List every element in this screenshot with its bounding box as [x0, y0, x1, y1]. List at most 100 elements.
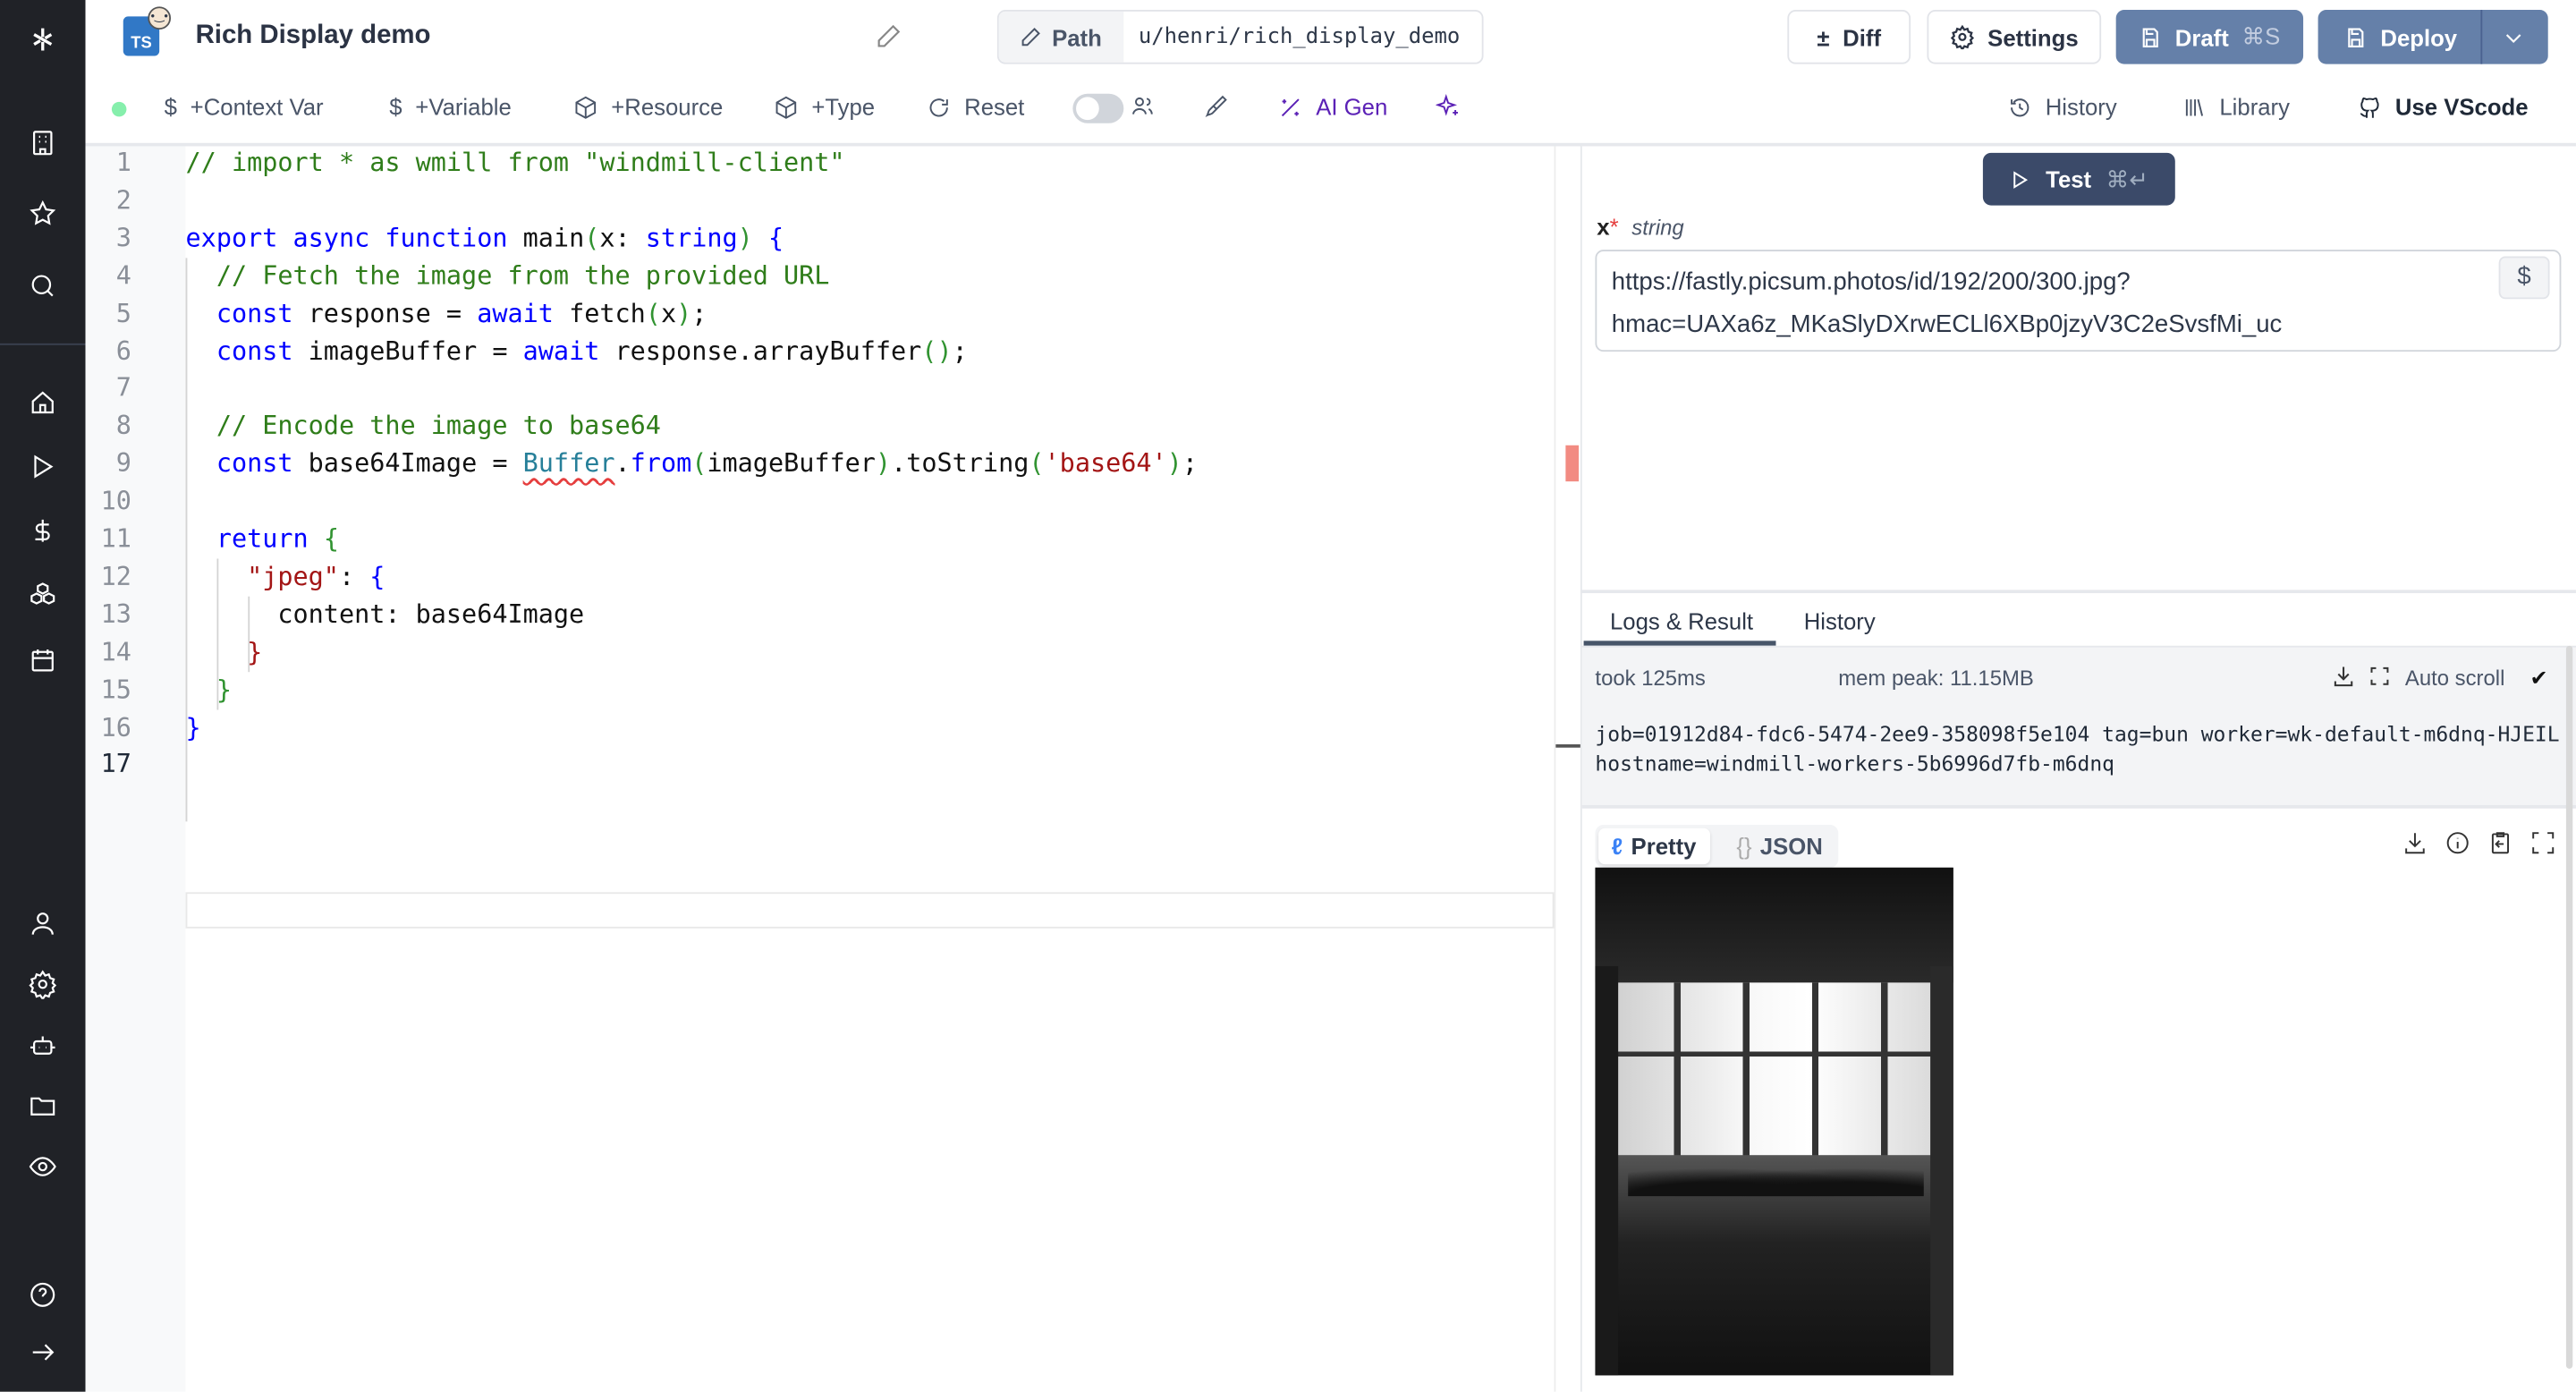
- ai-sparkle-button[interactable]: [1436, 94, 1461, 119]
- edit-title-pencil-icon[interactable]: [876, 23, 902, 55]
- deploy-button[interactable]: Deploy: [2318, 10, 2548, 64]
- code-token: // Encode the image to base64: [185, 411, 661, 441]
- library-button[interactable]: Library: [2182, 94, 2290, 120]
- results-scrollbar[interactable]: [2565, 645, 2573, 1369]
- auto-scroll-label[interactable]: Auto scroll: [2405, 666, 2504, 691]
- test-button[interactable]: Test ⌘↵: [1982, 152, 2175, 206]
- path-value[interactable]: u/henri/rich_display_demo: [1123, 12, 1460, 63]
- eye-icon[interactable]: [23, 1147, 63, 1186]
- code-line[interactable]: const imageBuffer = await response.array…: [186, 336, 968, 366]
- check-icon[interactable]: ✔: [2530, 666, 2548, 692]
- code-token: (: [1029, 448, 1045, 479]
- code-line[interactable]: const base64Image = Buffer.from(imageBuf…: [186, 449, 1198, 479]
- code-line[interactable]: const response = await fetch(x);: [186, 299, 708, 328]
- code-line[interactable]: }: [186, 637, 262, 666]
- bot-icon[interactable]: [23, 1025, 63, 1065]
- result-view-toggle: ℓ Pretty {} JSON: [1595, 825, 1839, 868]
- variable-label: +Variable: [415, 93, 512, 121]
- line-number: 13: [100, 599, 131, 630]
- multiplayer-toggle[interactable]: [1072, 93, 1124, 123]
- code-line[interactable]: // Fetch the image from the provided URL: [186, 260, 830, 290]
- settings-label: Settings: [1987, 23, 2079, 51]
- history-button[interactable]: History: [2007, 94, 2117, 120]
- code-token: Buffer: [522, 448, 615, 479]
- tab-history[interactable]: History: [1804, 608, 1876, 634]
- diff-label: Diff: [1843, 23, 1882, 51]
- code-line[interactable]: content: base64Image: [186, 599, 584, 629]
- diff-button[interactable]: ± Diff: [1787, 10, 1911, 64]
- play-icon[interactable]: [23, 447, 63, 487]
- folder-icon[interactable]: [23, 1086, 63, 1125]
- cursor-line-marker: [1555, 744, 1580, 748]
- editor-scrollbar[interactable]: [1554, 146, 1580, 1392]
- code-line[interactable]: }: [186, 712, 201, 742]
- chevron-down-icon[interactable]: [2502, 26, 2525, 49]
- ai-gen-button[interactable]: AI Gen: [1278, 94, 1387, 120]
- expand-icon[interactable]: [2369, 666, 2391, 687]
- reset-button[interactable]: Reset: [927, 94, 1024, 120]
- gear-icon[interactable]: [23, 964, 63, 1004]
- panel-divider[interactable]: [1580, 590, 2576, 594]
- fullscreen-icon[interactable]: [2530, 830, 2556, 856]
- code-token: ): [875, 448, 892, 479]
- search-icon[interactable]: [23, 267, 63, 306]
- test-shortcut: ⌘↵: [2106, 165, 2148, 191]
- arrow-right-icon[interactable]: [23, 1333, 63, 1372]
- code-token: x:: [599, 223, 646, 253]
- settings-button[interactable]: Settings: [1927, 10, 2102, 64]
- current-line-highlight: [185, 892, 1555, 929]
- code-line[interactable]: // import * as wmill from "windmill-clie…: [186, 148, 845, 177]
- download-icon[interactable]: [2402, 830, 2428, 856]
- resource-label: +Resource: [611, 93, 724, 121]
- line-number: 16: [100, 712, 131, 743]
- download-icon[interactable]: [2331, 664, 2356, 689]
- code-token: (): [921, 335, 953, 366]
- star-icon[interactable]: [23, 194, 63, 233]
- code-line[interactable]: }: [186, 675, 232, 704]
- code-token: from: [630, 448, 692, 479]
- script-title[interactable]: Rich Display demo: [196, 21, 431, 51]
- user-icon[interactable]: [23, 904, 63, 943]
- clipboard-icon[interactable]: [2487, 830, 2513, 856]
- add-context-var-button[interactable]: $ +Context Var: [165, 94, 324, 120]
- format-brush-button[interactable]: [1204, 94, 1229, 119]
- tab-logs-result[interactable]: Logs & Result: [1610, 608, 1753, 634]
- dollar-icon[interactable]: [23, 511, 63, 550]
- json-view-button[interactable]: {} JSON: [1724, 828, 1836, 864]
- home-icon[interactable]: [23, 383, 63, 422]
- path-field[interactable]: Path u/henri/rich_display_demo: [996, 10, 1484, 64]
- line-number: 1: [115, 148, 131, 178]
- play-icon: [2013, 170, 2029, 188]
- pretty-view-button[interactable]: ℓ Pretty: [1598, 828, 1710, 865]
- add-type-button[interactable]: +Type: [774, 94, 875, 120]
- calendar-icon[interactable]: [23, 641, 63, 680]
- add-variable-button[interactable]: $ +Variable: [389, 94, 511, 120]
- code-token: const: [185, 448, 309, 479]
- code-editor[interactable]: 1 // import * as wmill from "windmill-cli…: [86, 146, 1555, 1391]
- line-number: 15: [100, 675, 131, 705]
- plus-minus-icon: ±: [1817, 23, 1830, 51]
- code-line[interactable]: export async function main(x: string) {: [186, 223, 784, 252]
- line-number: 17: [100, 750, 131, 780]
- add-resource-button[interactable]: +Resource: [573, 94, 723, 120]
- windmill-logo-icon[interactable]: [23, 20, 63, 59]
- code-token: {: [369, 561, 386, 592]
- code-line[interactable]: "jpeg": {: [186, 561, 386, 592]
- pretty-label: Pretty: [1631, 833, 1697, 860]
- code-token: const: [185, 335, 309, 366]
- arg-value-line: hmac=UAXa6z_MKaSlyDXrwECLl6XBp0jzyV3C2eS…: [1611, 310, 2283, 339]
- info-icon[interactable]: [2445, 830, 2470, 856]
- code-line[interactable]: // Encode the image to base64: [186, 412, 661, 441]
- draft-button[interactable]: Draft ⌘S: [2115, 10, 2304, 64]
- code-token: return: [185, 523, 324, 554]
- code-line[interactable]: return {: [186, 524, 339, 554]
- help-icon[interactable]: [23, 1275, 63, 1314]
- arg-x-input[interactable]: https://fastly.picsum.photos/id/192/200/…: [1595, 250, 2562, 352]
- use-vscode-button[interactable]: Use VScode: [2358, 94, 2529, 120]
- code-token: (: [691, 448, 708, 479]
- insert-variable-button[interactable]: $: [2498, 256, 2550, 300]
- boxes-icon[interactable]: [23, 575, 63, 615]
- building-icon[interactable]: [23, 123, 63, 163]
- package-icon: [575, 95, 597, 118]
- line-number: 4: [115, 260, 131, 291]
